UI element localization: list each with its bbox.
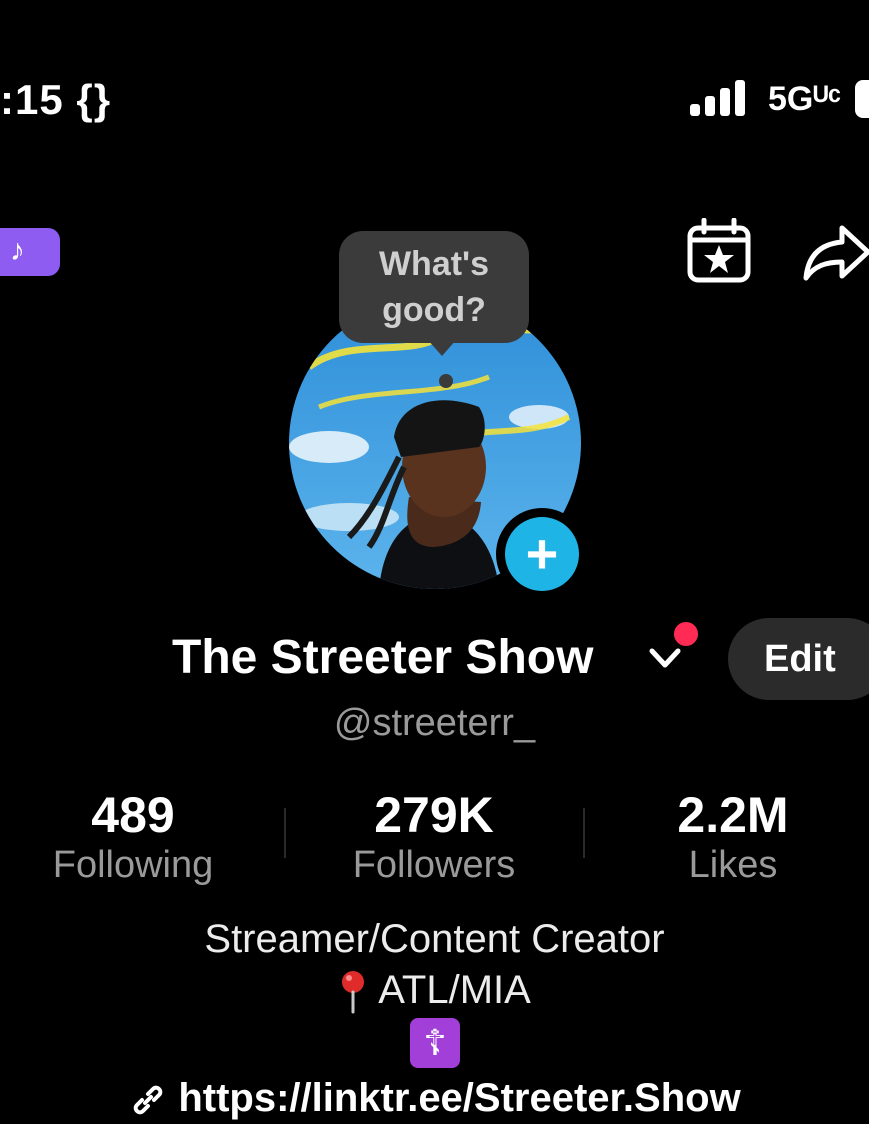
status-time: :15 {} <box>0 76 112 123</box>
bio-link[interactable]: https://linktr.ee/Streeter.Show <box>0 1076 869 1121</box>
tiktok-note-icon: ♪ <box>10 234 25 267</box>
battery-icon <box>855 80 869 118</box>
bubble-dot <box>439 374 453 388</box>
stat-label: Followers <box>352 844 516 886</box>
stat-following[interactable]: 489 Following <box>3 786 263 887</box>
share-arrow-icon[interactable] <box>802 222 869 282</box>
display-name: The Streeter Show <box>172 631 594 684</box>
status-bubble[interactable]: What's good? <box>339 231 529 343</box>
add-story-button[interactable]: + <box>505 517 579 591</box>
network-indicator: 5Gᵁᶜ <box>768 80 842 118</box>
bubble-text-line1: What's <box>378 245 490 283</box>
bio-line-2: ATL/MIA <box>0 968 869 1014</box>
stat-label: Likes <box>688 844 778 886</box>
orthodox-cross-icon: ☦ <box>410 1018 460 1068</box>
bubble-text-line2: good? <box>382 291 486 329</box>
tiktok-studio-button[interactable]: ♪ <box>0 228 60 276</box>
bio-line-1: Streamer/Content Creator <box>204 917 665 961</box>
link-icon <box>134 1086 163 1115</box>
calendar-star-icon[interactable] <box>686 218 752 284</box>
bio-link-text[interactable]: https://linktr.ee/Streeter.Show <box>178 1076 740 1120</box>
username-handle: @streeterr_ <box>333 702 536 744</box>
bio-location: ATL/MIA <box>378 968 531 1012</box>
stat-label: Following <box>52 844 214 886</box>
stat-value: 2.2M <box>677 787 789 843</box>
notification-dot <box>674 622 698 646</box>
stat-value: 279K <box>374 787 494 843</box>
pushpin-icon <box>342 971 365 1014</box>
chevron-down-icon[interactable] <box>648 645 682 671</box>
bubble-tail <box>428 340 456 356</box>
stat-followers[interactable]: 279K Followers <box>304 786 564 887</box>
signal-icon <box>690 80 745 116</box>
edit-profile-button[interactable]: Edit <box>728 618 869 700</box>
stat-value: 489 <box>91 787 175 843</box>
stat-divider <box>284 808 286 858</box>
stat-divider <box>583 808 585 858</box>
stat-likes[interactable]: 2.2M Likes <box>603 786 863 887</box>
